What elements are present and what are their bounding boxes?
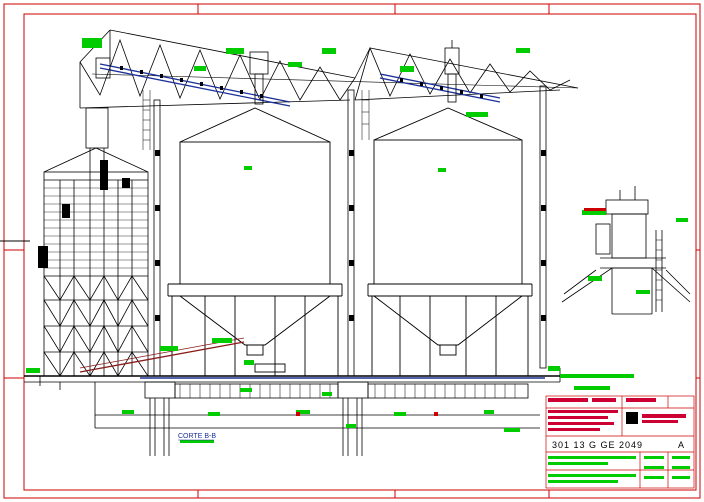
silo-1 xyxy=(167,107,343,376)
engineering-drawing: CORTE B-B 301 13 G GE 2049 A xyxy=(0,3,701,499)
column-brackets xyxy=(155,150,546,321)
detail-ladder-rungs xyxy=(656,239,662,301)
drawing-number: 301 13 G GE 2049 xyxy=(552,440,643,450)
section-label: CORTE B-B xyxy=(178,433,216,440)
foundation-hatching xyxy=(179,384,516,398)
detail-view xyxy=(561,186,691,315)
silo-2 xyxy=(367,107,533,376)
level-marks xyxy=(296,208,606,416)
roof-truss xyxy=(79,29,579,109)
conveyor-rollers xyxy=(120,66,483,98)
dryer-tower xyxy=(43,107,149,377)
columns xyxy=(153,85,547,377)
foundation xyxy=(24,368,561,456)
revision-letter: A xyxy=(678,440,684,450)
